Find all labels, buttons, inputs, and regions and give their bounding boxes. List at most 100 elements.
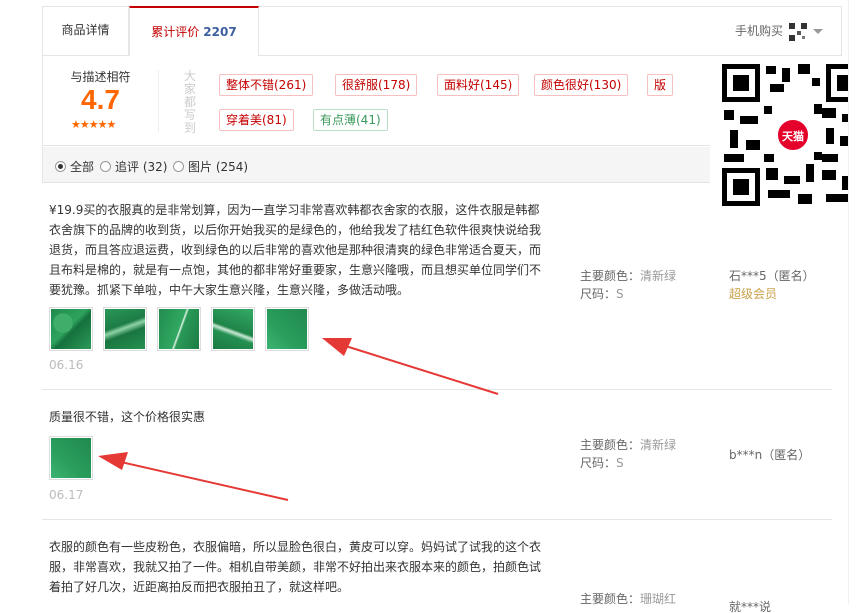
qr-module [764,154,774,162]
qr-module [764,106,772,114]
star-rating-icon: ★★★★★ [71,118,116,131]
sku-color-key: 主要颜色： [580,438,641,452]
review-photo-thumbnail[interactable] [265,307,309,351]
qr-module [814,152,822,160]
review-photo-thumbnail[interactable] [49,436,93,480]
reviews-count: 2207 [203,25,237,39]
filter-all-label: 全部 [70,160,95,174]
qr-module [724,154,744,162]
filter-pictures-label: 图片 (254) [188,160,249,174]
review-sku: 主要颜色：珊瑚红 [580,590,676,608]
impression-tag-negative[interactable]: 有点薄(41) [313,109,388,131]
review-text: 质量很不错，这个价格很实惠 [49,410,206,424]
qr-module [822,108,836,118]
qr-module [822,154,838,162]
filter-all-radio[interactable]: 全部 [55,158,94,175]
qr-module [798,194,812,204]
reviewer-level: 超级会员 [729,287,778,301]
qr-module [806,164,814,182]
scrollbar[interactable] [848,0,866,604]
impression-tag[interactable]: 很舒服(178) [335,74,418,96]
tab-product-details[interactable]: 商品详情 [43,6,129,56]
review-date: 06.16 [49,358,84,372]
qr-module [784,176,800,184]
reviewer-name: 就***说 [729,600,772,613]
review-text: 衣服的颜色有一些皮粉色，衣服偏暗，所以显脸色很白，黄皮可以穿。妈妈试了试我的这个… [49,540,542,594]
reviewer: b***n（匿名） [729,446,810,464]
qr-module [814,104,822,114]
qr-module [826,128,834,144]
sku-color-value: 清新绿 [640,438,677,452]
review-photos [49,307,319,354]
review-photo-thumbnail[interactable] [49,307,93,351]
review-date: 06.17 [49,488,84,502]
filter-pictures-radio[interactable]: 图片 (254) [173,158,248,175]
score-label: 与描述相符 [70,70,131,84]
review-photo-thumbnail[interactable] [157,307,201,351]
sku-size-value: S [616,456,624,470]
qr-module [766,66,776,74]
sku-color-key: 主要颜色： [580,269,641,283]
qr-finder [722,64,760,102]
qr-module [826,194,850,202]
mobile-qr-popup: 天猫 [710,56,866,220]
radio-icon [100,161,111,172]
radio-selected-icon [55,161,66,172]
reviewer: 就***说 [729,598,771,613]
sku-size-key: 尺码： [580,456,617,470]
qr-module [766,168,778,180]
qr-module [724,110,734,120]
review-text: ¥19.9买的衣服真的是非常划算，因为一直学习非常喜欢韩都衣舍家的衣服，这件衣服… [49,203,542,297]
divider [158,70,159,132]
impression-tag[interactable]: 颜色很好(130) [534,74,629,96]
sku-color: 主要颜色：清新绿 [580,267,676,285]
impression-tag[interactable]: 版 [647,74,674,96]
sku-size-value: S [616,287,624,301]
sku-color-key: 主要颜色： [580,592,641,606]
impression-tag[interactable]: 穿着美(81) [219,109,294,131]
reviewer-name: 石***5（匿名） [729,269,815,283]
tmall-logo-icon: 天猫 [776,118,810,152]
filter-followup-label: 追评 (32) [115,160,168,174]
impression-tag[interactable]: 面料好(145) [437,74,520,96]
reviewer: 石***5（匿名） 超级会员 [729,267,815,303]
qr-module [770,84,784,92]
qr-module [822,170,836,180]
impression-tag[interactable]: 整体不错(261) [219,74,314,96]
score-value: 4.7 [81,84,120,115]
chevron-down-icon [813,29,823,34]
mobile-buy-toggle[interactable]: 手机购买 [735,7,823,55]
tab-product-details-label: 商品详情 [61,23,110,37]
review-photo-thumbnail[interactable] [103,307,147,351]
sku-color-value: 清新绿 [640,269,677,283]
score-box: 与描述相符 4.7 ★★★★★ [43,56,158,146]
sku-color-value: 珊瑚红 [640,592,677,606]
review-item: 质量很不错，这个价格很实惠 06.17 主要颜色：清新绿 尺码：S b***n（… [42,390,832,520]
qr-module [768,190,790,198]
qr-finder [722,168,760,206]
qr-code: 天猫 [722,64,864,206]
qr-module [812,78,820,86]
radio-icon [173,161,184,172]
review-photo-thumbnail[interactable] [211,307,255,351]
tab-reviews[interactable]: 累计评价 2207 [129,6,259,57]
review-item: 衣服的颜色有一些皮粉色，衣服偏暗，所以显脸色很白，黄皮可以穿。妈妈试了试我的这个… [42,520,832,613]
filter-followup-radio[interactable]: 追评 (32) [100,158,167,175]
sku-size-key: 尺码： [580,287,617,301]
qr-module [740,116,758,124]
impressions-label: 大家都写到 [184,69,197,135]
mobile-buy-label: 手机购买 [734,24,783,38]
qr-module [746,140,760,150]
qr-module [798,64,810,74]
review-sku: 主要颜色：清新绿 尺码：S [580,267,676,303]
sku-color: 主要颜色：清新绿 [580,436,676,454]
review-sku: 主要颜色：清新绿 尺码：S [580,436,676,472]
qr-code-icon [789,22,807,41]
qr-module [730,130,738,148]
sku-size: 尺码：S [580,285,676,303]
qr-module [782,68,790,82]
sku-color: 主要颜色：珊瑚红 [580,590,676,608]
review-photos [49,436,103,483]
reviewer-name: b***n（匿名） [729,448,811,462]
sku-size: 尺码：S [580,454,676,472]
